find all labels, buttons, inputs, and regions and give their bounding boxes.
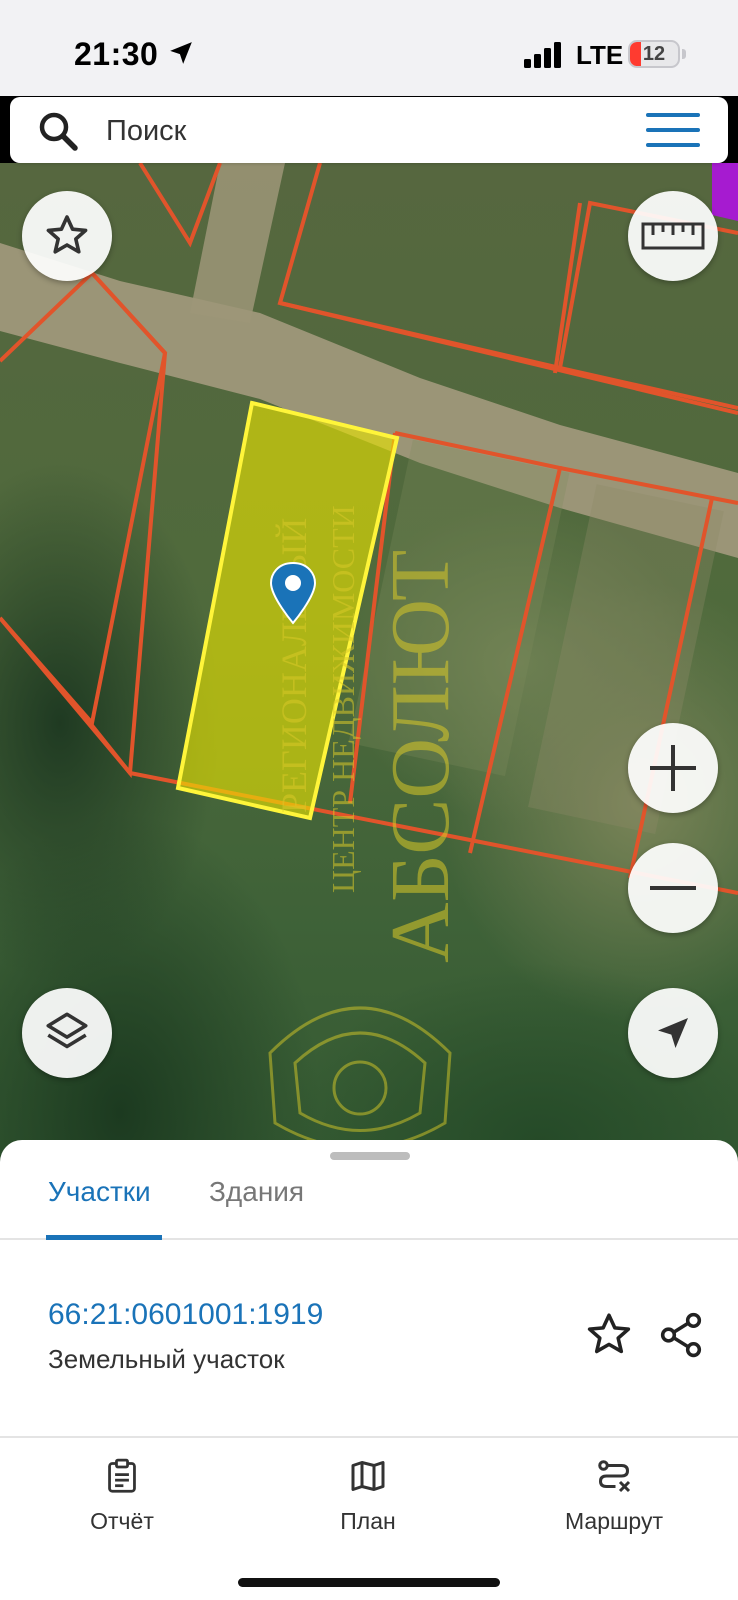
zoom-out-button[interactable]: [628, 843, 718, 933]
nav-plan[interactable]: План: [278, 1458, 458, 1535]
bottom-navigation: Отчёт План Маршрут: [0, 1436, 738, 1600]
route-icon: [598, 1460, 631, 1493]
favorites-button[interactable]: [22, 191, 112, 281]
active-tab-indicator: [46, 1235, 162, 1240]
plus-icon: [650, 745, 696, 791]
location-arrow-icon: [170, 42, 192, 64]
nav-plan-label: План: [340, 1508, 396, 1534]
navigation-arrow-icon: [658, 1018, 688, 1048]
ruler-icon: [641, 222, 705, 250]
layers-button[interactable]: [22, 988, 112, 1078]
watermark-line-1: РЕГИОНАЛЬНЫЙ: [274, 518, 314, 813]
tab-buildings[interactable]: Здания: [209, 1176, 304, 1208]
nav-report-label: Отчёт: [90, 1508, 154, 1534]
battery-icon: 12: [628, 40, 680, 68]
road: [190, 163, 285, 323]
neighbor-parcel: [712, 163, 738, 221]
ruler-button[interactable]: [628, 191, 718, 281]
star-icon: [46, 215, 88, 254]
watermark-emblem: [268, 1006, 452, 1150]
menu-icon[interactable]: [646, 113, 700, 149]
share-icon[interactable]: [656, 1310, 706, 1360]
zoom-in-button[interactable]: [628, 723, 718, 813]
layers-icon: [46, 1012, 88, 1049]
map-view[interactable]: РЕГИОНАЛЬНЫЙ ЦЕНТР НЕДВИЖИМОСТИ АБСОЛЮТ: [0, 163, 738, 1163]
watermark-line-3: АБСОЛЮТ: [374, 550, 467, 963]
parcel-type: Земельный участок: [48, 1344, 285, 1374]
tab-parcels[interactable]: Участки: [48, 1176, 151, 1208]
status-bar: 21:30 LTE 12: [0, 0, 738, 96]
map-overlay: РЕГИОНАЛЬНЫЙ ЦЕНТР НЕДВИЖИМОСТИ АБСОЛЮТ: [0, 163, 738, 1150]
map-icon: [351, 1461, 385, 1491]
cellular-signal-icon: [524, 42, 561, 68]
clipboard-icon: [108, 1458, 136, 1493]
network-type: LTE: [576, 40, 624, 70]
search-input[interactable]: [106, 111, 606, 151]
bottom-sheet: Участки Здания 66:21:0601001:1919 Земель…: [0, 1140, 738, 1438]
search-bar: [10, 97, 728, 163]
watermark-line-2: ЦЕНТР НЕДВИЖИМОСТИ: [325, 505, 361, 893]
battery-tip: [682, 49, 686, 59]
nav-route-label: Маршрут: [564, 1508, 664, 1534]
parcel-cadastral-number[interactable]: 66:21:0601001:1919: [48, 1298, 323, 1332]
tab-bar: Участки Здания: [0, 1140, 738, 1240]
minus-icon: [650, 886, 696, 890]
nav-report[interactable]: Отчёт: [32, 1458, 212, 1535]
status-time: 21:30: [74, 36, 159, 72]
home-indicator: [238, 1578, 500, 1587]
search-icon[interactable]: [36, 109, 80, 153]
nav-route[interactable]: Маршрут: [524, 1458, 704, 1535]
battery-level: 12: [642, 43, 666, 65]
my-location-button[interactable]: [628, 988, 718, 1078]
star-icon[interactable]: [584, 1310, 634, 1360]
